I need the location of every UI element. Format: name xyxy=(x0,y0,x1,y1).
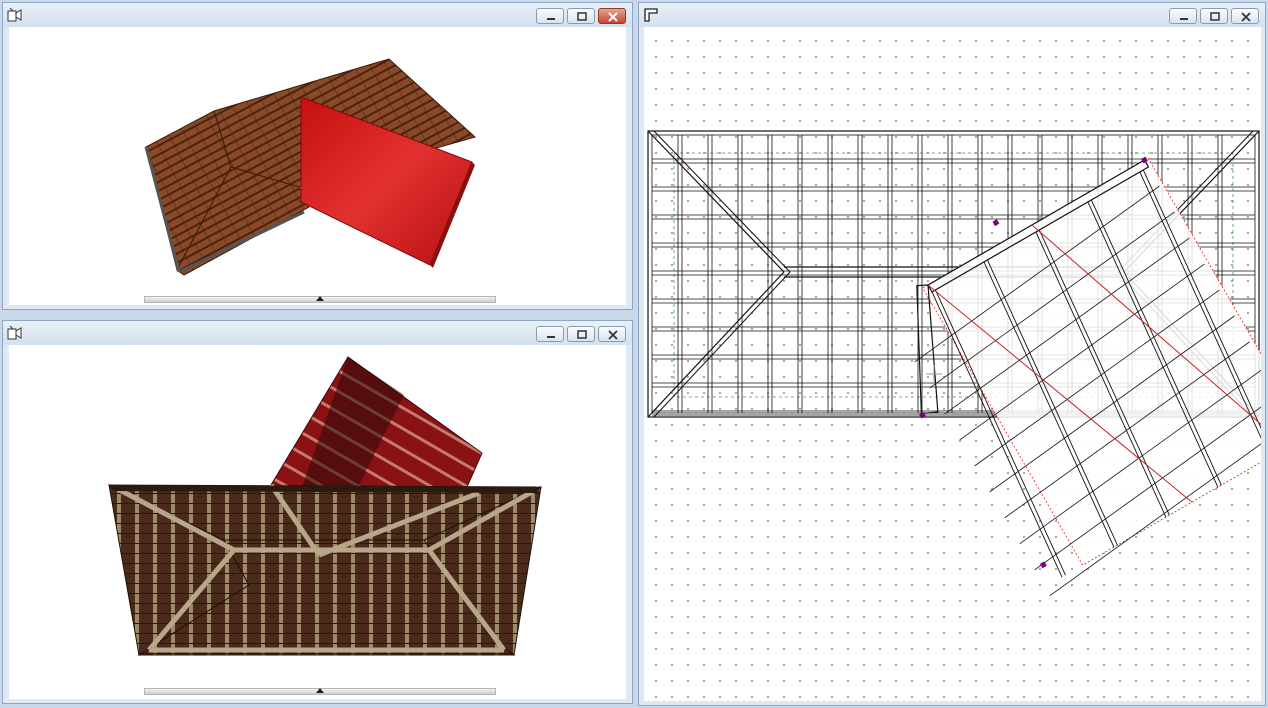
selected-gable-roof[interactable] xyxy=(854,139,1268,608)
plan-canvas[interactable] xyxy=(644,27,1268,701)
horizontal-scrollbar[interactable] xyxy=(144,296,496,303)
close-icon xyxy=(608,330,618,340)
maximize-button[interactable] xyxy=(567,326,595,342)
hip-rafter xyxy=(647,271,785,418)
plan-view-icon[interactable] xyxy=(643,7,659,23)
scroll-arrow-icon[interactable] xyxy=(316,296,324,301)
close-icon xyxy=(1241,12,1251,22)
close-icon xyxy=(608,12,618,22)
close-button[interactable] xyxy=(598,8,626,24)
restore-icon xyxy=(577,330,587,339)
horizontal-scrollbar[interactable] xyxy=(144,688,496,695)
roof-render-3d xyxy=(144,58,477,276)
minimize-icon xyxy=(1180,18,1188,20)
minimize-button[interactable] xyxy=(1169,8,1197,24)
render-canvas[interactable] xyxy=(9,27,626,305)
roof-framing-3d xyxy=(108,356,542,656)
minimize-button[interactable] xyxy=(536,8,564,24)
plan-view-window xyxy=(638,2,1268,706)
title-bar[interactable] xyxy=(639,3,1265,27)
camera-view-window-top xyxy=(2,2,633,310)
camera-view-icon[interactable] xyxy=(7,325,23,341)
minimize-button[interactable] xyxy=(536,326,564,342)
roof-framing-plan xyxy=(647,130,1268,608)
minimize-icon xyxy=(547,18,555,20)
restore-icon xyxy=(577,12,587,21)
maximize-button[interactable] xyxy=(567,8,595,24)
close-button[interactable] xyxy=(598,326,626,342)
title-bar[interactable] xyxy=(3,3,632,27)
scroll-arrow-icon[interactable] xyxy=(316,688,324,693)
minimize-icon xyxy=(547,336,555,338)
camera-view-icon[interactable] xyxy=(7,7,23,23)
title-bar[interactable] xyxy=(3,321,632,345)
restore-icon xyxy=(1210,12,1220,21)
camera-view-window-bottom xyxy=(2,320,633,704)
maximize-button[interactable] xyxy=(1200,8,1228,24)
render-canvas[interactable] xyxy=(9,345,626,699)
close-button[interactable] xyxy=(1231,8,1259,24)
hip-rafter xyxy=(647,130,785,273)
